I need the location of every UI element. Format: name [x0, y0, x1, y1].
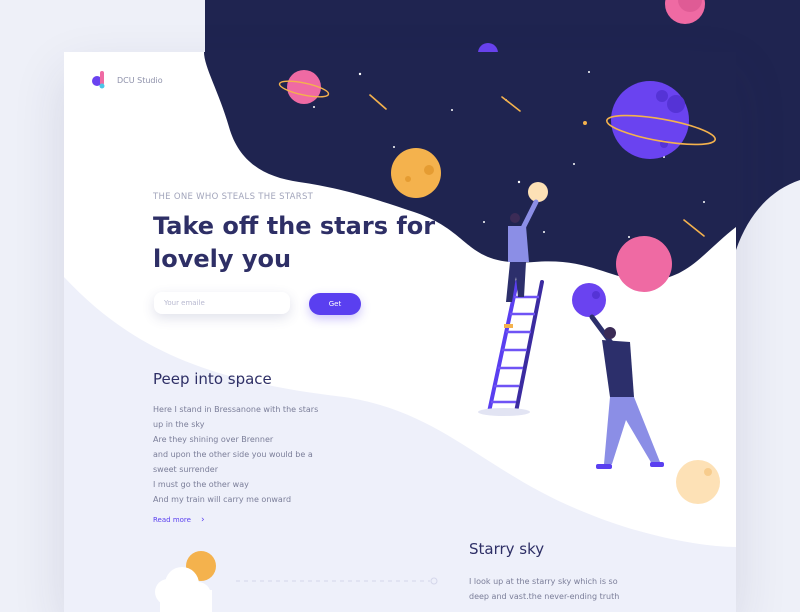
hero-kicker: THE ONE WHO STEALS THE STARST — [153, 192, 314, 202]
hero-title-line-2: lovely you — [153, 245, 292, 273]
cream-moon-icon — [676, 460, 720, 504]
get-button[interactable]: Get — [309, 293, 361, 315]
person-holding-planet — [572, 283, 664, 469]
held-planet-icon — [572, 283, 606, 317]
brand-name: DCU Studio — [117, 75, 163, 85]
hero-title-line-1: Take off the stars for — [153, 212, 436, 240]
tiny-star-icon — [583, 121, 587, 125]
peep-line: Are they shining over Brenner — [153, 435, 274, 444]
peep-line: up in the sky — [153, 420, 205, 429]
peep-line: Here I stand in Bressanone with the star… — [153, 405, 319, 414]
pink-planet-icon — [616, 236, 672, 292]
landing-page-card: DCU Studio THE ONE WHO STEALS THE STARST… — [64, 52, 736, 612]
hero-title: Take off the stars for lovely you — [153, 210, 453, 276]
peep-line: And my train will carry me onward — [153, 495, 292, 504]
ladder-icon — [478, 280, 544, 416]
read-more-link[interactable]: Read more › — [153, 514, 205, 525]
peep-section-title: Peep into space — [153, 370, 272, 388]
moon-icon — [391, 148, 441, 198]
peep-line: and upon the other side you would be a — [153, 450, 313, 459]
peep-line: I must go the other way — [153, 480, 249, 489]
peep-body: Here I stand in Bressanone with the star… — [153, 402, 353, 507]
peep-line: sweet surrender — [153, 465, 219, 474]
hero-illustration — [64, 52, 736, 612]
held-star-icon — [528, 182, 548, 202]
starry-section-title: Starry sky — [469, 540, 545, 558]
email-input[interactable] — [154, 292, 290, 314]
starry-line: I look up at the starry sky which is so — [469, 577, 618, 586]
brand-logo[interactable]: DCU Studio — [91, 71, 163, 89]
starry-line: deep and vast.the never-ending truth — [469, 592, 620, 601]
read-more-label: Read more — [153, 516, 191, 524]
dcu-logo-icon — [92, 71, 105, 89]
chevron-right-icon: › — [200, 514, 205, 525]
